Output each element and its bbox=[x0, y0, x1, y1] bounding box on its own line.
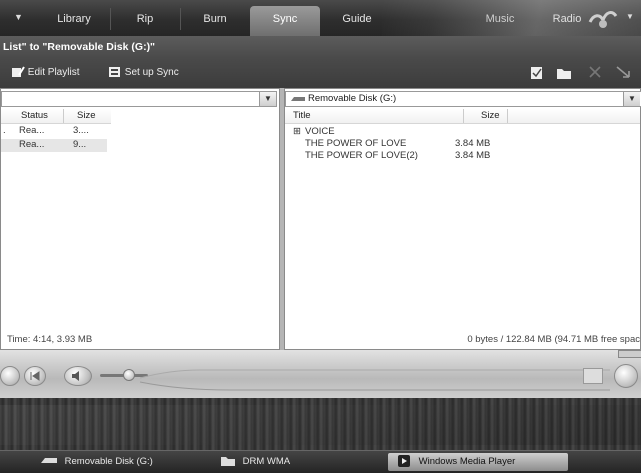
tab-library[interactable]: Library bbox=[40, 6, 108, 36]
switch-to-compact-mode-icon[interactable] bbox=[583, 368, 603, 384]
row-status: Rea... bbox=[19, 139, 45, 150]
edit-playlist-icon bbox=[12, 66, 25, 78]
column-divider bbox=[463, 109, 464, 123]
tab-music[interactable]: Music bbox=[470, 6, 530, 36]
resize-grip[interactable] bbox=[618, 350, 641, 358]
speaker-icon bbox=[72, 371, 79, 381]
taskbar-item-label: Windows Media Player bbox=[418, 456, 516, 467]
setup-sync-label: Set up Sync bbox=[124, 67, 179, 78]
column-size[interactable]: Size bbox=[77, 109, 95, 123]
column-divider bbox=[507, 109, 508, 123]
previous-button[interactable] bbox=[24, 366, 46, 386]
windows-media-player-icon bbox=[398, 455, 410, 468]
tree-item-title: VOICE bbox=[305, 126, 335, 137]
tab-rip[interactable]: Rip bbox=[112, 6, 178, 36]
folder-icon bbox=[221, 457, 235, 467]
column-size[interactable]: Size bbox=[481, 109, 499, 123]
taskbar-item-windows-media-player[interactable]: Windows Media Player bbox=[388, 453, 568, 471]
device-capacity-summary: 0 bytes / 122.84 MB (94.71 MB free spac bbox=[467, 334, 640, 345]
track-title: THE POWER OF LOVE(2) bbox=[305, 150, 418, 161]
removable-disk-icon bbox=[41, 458, 57, 464]
table-row[interactable]: . Rea... 3.... bbox=[1, 125, 111, 138]
playlist-dropdown[interactable]: ▼ bbox=[1, 91, 277, 107]
chevron-down-icon[interactable]: ▼ bbox=[259, 92, 276, 106]
player-controls bbox=[0, 350, 641, 398]
taskbar-item-removable-disk[interactable]: Removable Disk (G:) bbox=[32, 453, 192, 471]
track-size: 3.84 MB bbox=[455, 138, 491, 149]
seek-bar-swoosh bbox=[140, 369, 610, 391]
folder-icon[interactable] bbox=[556, 66, 572, 80]
track-size: 3.84 MB bbox=[455, 150, 491, 161]
windows-media-player-logo-icon bbox=[588, 11, 618, 28]
delete-icon[interactable] bbox=[588, 65, 602, 79]
volume-thumb[interactable] bbox=[122, 369, 135, 381]
row-size: 3.... bbox=[73, 125, 89, 136]
right-column-header: Title Size bbox=[285, 109, 640, 124]
mute-button[interactable] bbox=[64, 366, 92, 386]
tab-burn[interactable]: Burn bbox=[182, 6, 248, 36]
tab-bar: ▼ Library Rip Burn Sync Guide Music Radi… bbox=[0, 0, 641, 36]
tab-radio[interactable]: Radio bbox=[542, 6, 592, 36]
edit-playlist-button[interactable]: Edit Playlist bbox=[11, 65, 79, 81]
tab-menu-arrow-icon[interactable]: ▼ bbox=[14, 12, 23, 22]
device-pane: Removable Disk (G:) ▼ Title Size ⊞ VOICE… bbox=[284, 88, 641, 350]
list-item[interactable]: THE POWER OF LOVE(2) 3.84 MB bbox=[285, 150, 525, 161]
tab-overflow-arrow-icon[interactable]: ▼ bbox=[626, 12, 634, 21]
setup-sync-icon bbox=[109, 67, 120, 78]
taskbar-item-label: Removable Disk (G:) bbox=[64, 456, 153, 467]
fullscreen-button[interactable] bbox=[614, 364, 638, 388]
sync-list-title: List" to "Removable Disk (G:)" bbox=[0, 36, 641, 58]
column-divider bbox=[63, 109, 64, 123]
taskbar: Removable Disk (G:) DRM WMA Windows Medi… bbox=[0, 450, 641, 473]
tab-separator bbox=[110, 8, 111, 30]
properties-icon[interactable] bbox=[530, 66, 544, 80]
sync-arrow-icon[interactable] bbox=[616, 65, 632, 79]
device-dropdown[interactable]: Removable Disk (G:) ▼ bbox=[285, 91, 641, 107]
column-status[interactable]: Status bbox=[21, 109, 48, 123]
sync-list-pane: ▼ Status Size . Rea... 3.... Rea... 9...… bbox=[0, 88, 280, 350]
column-title[interactable]: Title bbox=[293, 109, 311, 123]
setup-sync-button[interactable]: Set up Sync bbox=[108, 65, 179, 81]
sync-list-summary: Time: 4:14, 3.93 MB bbox=[7, 334, 93, 345]
tree-item-folder[interactable]: ⊞ VOICE bbox=[285, 126, 525, 137]
sync-toolbar: Edit Playlist Set up Sync bbox=[0, 58, 641, 88]
track-title: THE POWER OF LOVE bbox=[305, 138, 407, 149]
desktop-wallpaper-overlay bbox=[0, 405, 641, 445]
device-name: Removable Disk (G:) bbox=[308, 93, 397, 104]
expand-icon[interactable]: ⊞ bbox=[293, 126, 301, 137]
row-status: Rea... bbox=[19, 125, 45, 136]
previous-icon bbox=[30, 371, 40, 381]
stop-button[interactable] bbox=[0, 366, 20, 386]
row-prefix: . bbox=[3, 125, 6, 136]
taskbar-item-drm-wma[interactable]: DRM WMA bbox=[212, 453, 372, 471]
row-size: 9... bbox=[73, 139, 87, 150]
removable-disk-icon bbox=[291, 97, 305, 101]
tab-separator bbox=[180, 8, 181, 30]
taskbar-item-label: DRM WMA bbox=[242, 456, 291, 467]
edit-playlist-label: Edit Playlist bbox=[27, 67, 80, 78]
table-row[interactable]: Rea... 9... bbox=[1, 139, 107, 152]
chevron-down-icon[interactable]: ▼ bbox=[623, 92, 640, 106]
tab-sync[interactable]: Sync bbox=[250, 6, 320, 36]
left-column-header: Status Size bbox=[1, 109, 111, 124]
list-item[interactable]: THE POWER OF LOVE 3.84 MB bbox=[285, 138, 525, 149]
